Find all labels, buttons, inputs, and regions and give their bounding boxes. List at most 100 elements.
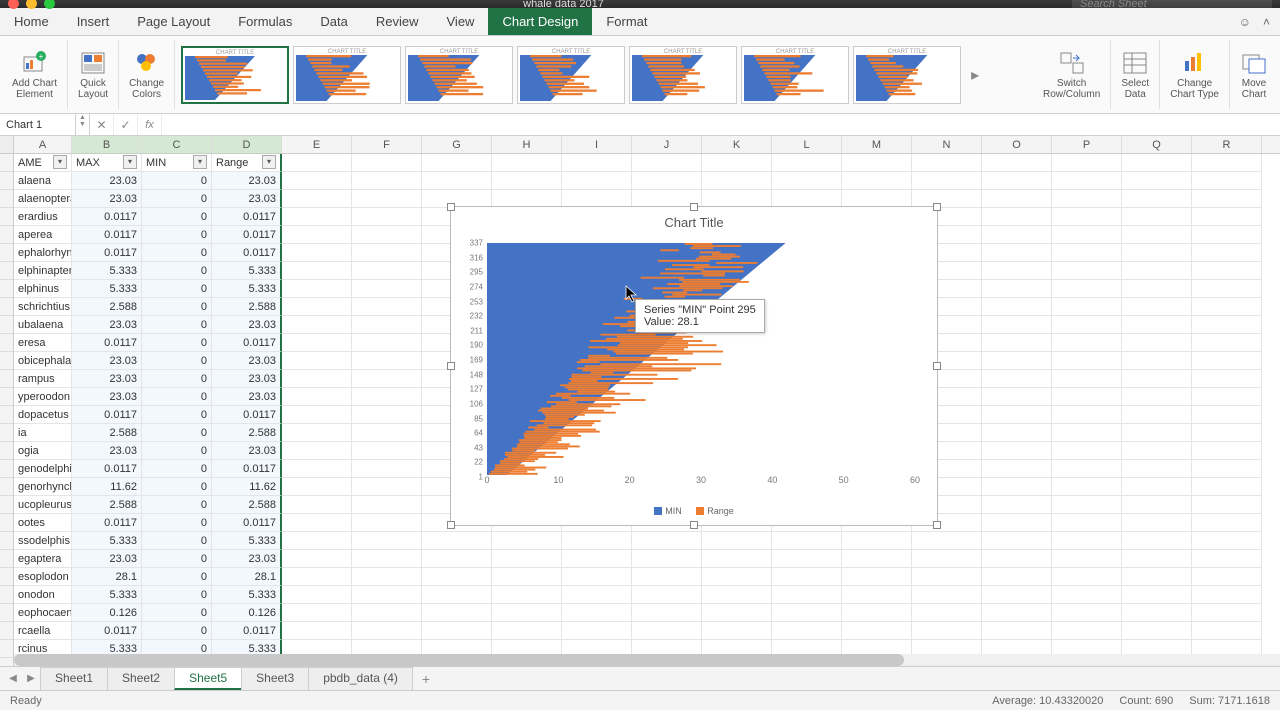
- cell[interactable]: [562, 154, 632, 172]
- cell[interactable]: [1122, 388, 1192, 406]
- column-header-B[interactable]: B: [72, 136, 142, 153]
- cell[interactable]: 2.588: [212, 424, 282, 442]
- change-chart-type-button[interactable]: Change Chart Type: [1160, 40, 1230, 109]
- cell[interactable]: [982, 442, 1052, 460]
- cell[interactable]: obicephala: [14, 352, 72, 370]
- cell[interactable]: ogia: [14, 442, 72, 460]
- ribbon-tab-page-layout[interactable]: Page Layout: [123, 8, 224, 35]
- cell[interactable]: [842, 550, 912, 568]
- row-header[interactable]: [0, 226, 14, 244]
- cell[interactable]: 0.0117: [72, 460, 142, 478]
- column-header-A[interactable]: A: [14, 136, 72, 153]
- cell[interactable]: 0: [142, 244, 212, 262]
- cell[interactable]: [1122, 406, 1192, 424]
- cell[interactable]: [912, 172, 982, 190]
- cell[interactable]: [1122, 496, 1192, 514]
- cell[interactable]: 0.0117: [212, 334, 282, 352]
- header-cell-C[interactable]: MIN▾: [142, 154, 212, 172]
- cell[interactable]: [1122, 442, 1192, 460]
- cell[interactable]: [1122, 226, 1192, 244]
- cell[interactable]: [1192, 568, 1262, 586]
- cell[interactable]: 0: [142, 316, 212, 334]
- cell[interactable]: 23.03: [212, 442, 282, 460]
- filter-icon[interactable]: ▾: [193, 155, 207, 169]
- cell[interactable]: 0: [142, 262, 212, 280]
- cell[interactable]: ubalaena: [14, 316, 72, 334]
- cell[interactable]: [282, 478, 352, 496]
- cell[interactable]: [982, 172, 1052, 190]
- cell[interactable]: [562, 568, 632, 586]
- cell[interactable]: [702, 568, 772, 586]
- cell[interactable]: [562, 604, 632, 622]
- cell[interactable]: [352, 568, 422, 586]
- cell[interactable]: [632, 550, 702, 568]
- cell[interactable]: 0: [142, 370, 212, 388]
- chart-style-3[interactable]: CHART TITLE: [405, 46, 513, 104]
- column-header-M[interactable]: M: [842, 136, 912, 153]
- cell[interactable]: 28.1: [72, 568, 142, 586]
- cell[interactable]: [842, 622, 912, 640]
- cell[interactable]: [422, 586, 492, 604]
- cell[interactable]: [1192, 226, 1262, 244]
- cell[interactable]: 0: [142, 208, 212, 226]
- cell[interactable]: genodelphi: [14, 460, 72, 478]
- cell[interactable]: [982, 406, 1052, 424]
- cell[interactable]: [352, 604, 422, 622]
- add-sheet-button[interactable]: +: [412, 671, 440, 687]
- cell[interactable]: [422, 622, 492, 640]
- cell[interactable]: 0.0117: [212, 406, 282, 424]
- cell[interactable]: [1192, 154, 1262, 172]
- cell[interactable]: [282, 154, 352, 172]
- cell[interactable]: elphinus: [14, 280, 72, 298]
- cell[interactable]: [282, 568, 352, 586]
- cell[interactable]: 5.333: [212, 262, 282, 280]
- row-header[interactable]: [0, 280, 14, 298]
- cell[interactable]: 23.03: [212, 172, 282, 190]
- cell[interactable]: genorhynch: [14, 478, 72, 496]
- column-header-R[interactable]: R: [1192, 136, 1262, 153]
- cell[interactable]: alaena: [14, 172, 72, 190]
- cell[interactable]: [982, 550, 1052, 568]
- cell[interactable]: elphinapter: [14, 262, 72, 280]
- cell[interactable]: [352, 442, 422, 460]
- cell[interactable]: [982, 496, 1052, 514]
- cell[interactable]: [352, 550, 422, 568]
- cell[interactable]: [282, 514, 352, 532]
- cell[interactable]: [1192, 514, 1262, 532]
- cell[interactable]: [702, 604, 772, 622]
- cell[interactable]: [1052, 208, 1122, 226]
- name-box-spinner[interactable]: ▲▼: [76, 114, 90, 135]
- cell[interactable]: [912, 532, 982, 550]
- cell[interactable]: 5.333: [72, 586, 142, 604]
- cell[interactable]: 0.126: [72, 604, 142, 622]
- cell[interactable]: [1052, 496, 1122, 514]
- cell[interactable]: [982, 622, 1052, 640]
- cell[interactable]: 0: [142, 622, 212, 640]
- cell[interactable]: esoplodon: [14, 568, 72, 586]
- cell[interactable]: [842, 568, 912, 586]
- cell[interactable]: [1122, 316, 1192, 334]
- column-header-N[interactable]: N: [912, 136, 982, 153]
- cell[interactable]: [282, 190, 352, 208]
- spreadsheet-grid[interactable]: ABCDEFGHIJKLMNOPQR AME▾MAX▾MIN▾Range▾ala…: [0, 136, 1280, 666]
- row-header[interactable]: [0, 622, 14, 640]
- cell[interactable]: [982, 478, 1052, 496]
- cell[interactable]: [1052, 190, 1122, 208]
- cell[interactable]: [1122, 604, 1192, 622]
- cell[interactable]: 0.0117: [212, 460, 282, 478]
- cell[interactable]: 23.03: [72, 352, 142, 370]
- column-header-J[interactable]: J: [632, 136, 702, 153]
- formula-input[interactable]: [162, 114, 1280, 135]
- switch-row-column-button[interactable]: Switch Row/Column: [1033, 40, 1111, 109]
- chart-style-5[interactable]: CHART TITLE: [629, 46, 737, 104]
- cell[interactable]: ephalorhyn: [14, 244, 72, 262]
- cell[interactable]: [1122, 172, 1192, 190]
- cell[interactable]: [632, 604, 702, 622]
- cell[interactable]: 0: [142, 586, 212, 604]
- cell[interactable]: eophocaen: [14, 604, 72, 622]
- cell[interactable]: 2.588: [72, 496, 142, 514]
- cell[interactable]: 23.03: [212, 316, 282, 334]
- cell[interactable]: 0.0117: [72, 406, 142, 424]
- resize-handle[interactable]: [690, 203, 698, 211]
- cell[interactable]: [632, 532, 702, 550]
